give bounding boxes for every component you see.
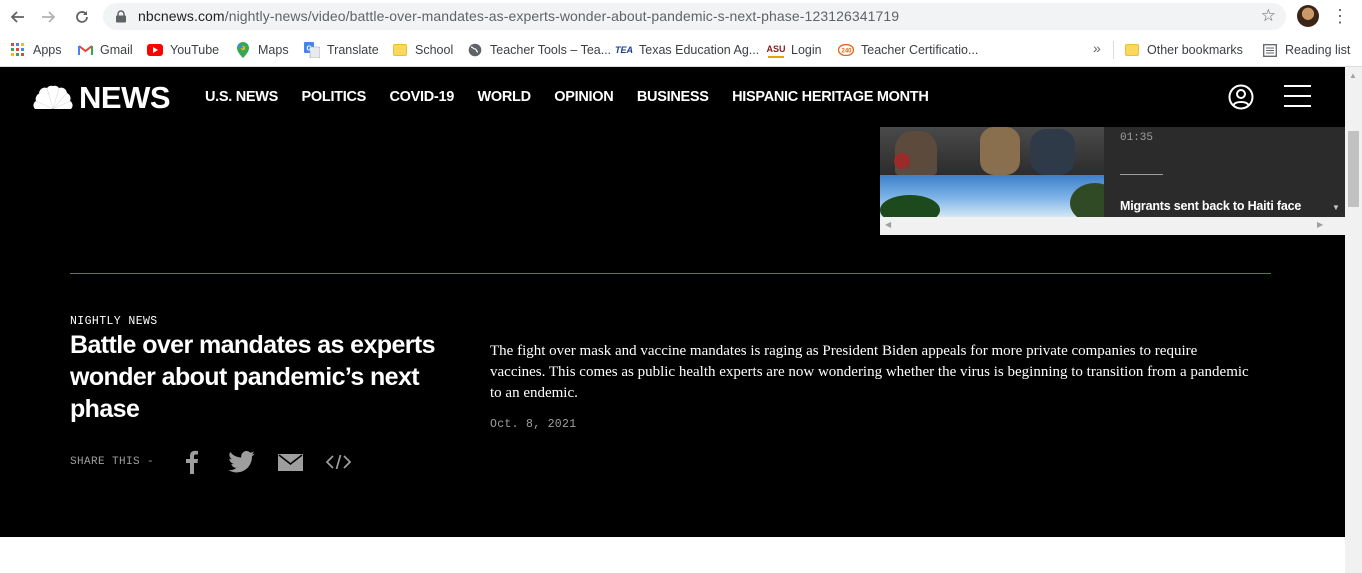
logo-wordmark: NEWS [79, 80, 171, 115]
share-label: SHARE THIS - [70, 456, 155, 468]
nav-business[interactable]: BUSINESS [637, 89, 709, 105]
video-description: The fight over mask and vaccine mandates… [490, 343, 1249, 401]
playlist-horizontal-scrollbar[interactable]: ◀ ▶ [880, 217, 1345, 235]
apps-grid-icon [10, 42, 26, 58]
bookmark-gmail[interactable]: Gmail [77, 41, 133, 59]
bookmark-label: Texas Education Ag... [639, 43, 760, 57]
bookmark-teacher-certification[interactable]: 240 Teacher Certificatio... [838, 41, 978, 59]
video-section: NEWS U.S. NEWS POLITICS COVID-19 WORLD O… [0, 67, 1345, 537]
bookmark-translate[interactable]: G Translate [304, 41, 379, 59]
web-page: NEWS U.S. NEWS POLITICS COVID-19 WORLD O… [0, 67, 1345, 573]
bookmarks-bar: Apps Gmail YouTube Maps G Translate Scho… [0, 33, 1362, 67]
nav-opinion[interactable]: OPINION [554, 89, 613, 105]
nav-covid-19[interactable]: COVID-19 [390, 89, 455, 105]
nav-us-news[interactable]: U.S. NEWS [205, 89, 278, 105]
playlist-divider [1120, 174, 1163, 175]
browser-menu-icon[interactable]: ⋮ [1331, 6, 1349, 26]
nav-hispanic-heritage-month[interactable]: HISPANIC HERITAGE MONTH [732, 89, 929, 105]
forward-arrow-icon[interactable] [36, 5, 60, 29]
bookmark-label: Teacher Tools – Tea... [490, 43, 612, 57]
browser-toolbar: nbcnews.com/nightly-news/video/battle-ov… [0, 0, 1362, 33]
svg-text:G: G [307, 46, 313, 53]
hamburger-menu-icon[interactable] [1284, 85, 1311, 107]
bookmark-other[interactable]: Other bookmarks [1124, 41, 1243, 59]
bookmark-label: Other bookmarks [1147, 43, 1243, 57]
embed-code-icon[interactable] [325, 449, 351, 475]
main-navigation: U.S. NEWS POLITICS COVID-19 WORLD OPINIO… [205, 89, 952, 105]
nav-world[interactable]: WORLD [477, 89, 531, 105]
section-divider [70, 273, 1271, 274]
globe-icon [467, 42, 483, 58]
reading-list-icon [1262, 42, 1278, 58]
youtube-icon [147, 42, 163, 58]
bookmark-texas-education[interactable]: TEA Texas Education Ag... [615, 41, 760, 59]
playlist-vertical-scrollbar[interactable]: ▼ [1327, 127, 1345, 217]
bookmark-maps[interactable]: Maps [235, 41, 289, 59]
gmail-icon [77, 42, 93, 58]
tea-icon: TEA [615, 45, 633, 55]
video-duration: 01:35 [1120, 132, 1154, 144]
email-icon[interactable] [277, 449, 303, 475]
folder-icon [1124, 42, 1140, 58]
bookmark-login[interactable]: ASU Login [767, 41, 822, 59]
maps-pin-icon [235, 42, 251, 58]
lock-icon [116, 10, 126, 23]
scroll-right-arrow-icon[interactable]: ▶ [1317, 220, 1323, 229]
back-arrow-icon[interactable] [6, 5, 30, 29]
bookmark-label: Teacher Certificatio... [861, 43, 979, 57]
translate-icon: G [304, 42, 320, 58]
bookmark-label: Gmail [100, 43, 133, 57]
url-text[interactable]: nbcnews.com/nightly-news/video/battle-ov… [138, 8, 899, 24]
scroll-left-arrow-icon[interactable]: ◀ [885, 220, 891, 229]
bookmark-label: Translate [327, 43, 379, 57]
scroll-down-arrow-icon[interactable]: ▼ [1332, 203, 1340, 212]
show-label[interactable]: NIGHTLY NEWS [70, 315, 158, 328]
bookmark-label: Apps [33, 43, 62, 57]
bookmark-label: Maps [258, 43, 289, 57]
nav-politics[interactable]: POLITICS [302, 89, 367, 105]
scroll-up-arrow-icon[interactable]: ▲ [1349, 71, 1357, 80]
asu-icon: ASU [767, 42, 786, 58]
bookmark-label: Reading list [1285, 43, 1351, 57]
bookmark-teacher-tools[interactable]: Teacher Tools – Tea... [467, 41, 611, 59]
scrollbar-thumb[interactable] [894, 220, 1314, 231]
folder-icon [392, 42, 408, 58]
bookmark-star-icon[interactable]: ☆ [1261, 6, 1276, 26]
svg-text:240: 240 [842, 49, 853, 55]
site-header: NEWS U.S. NEWS POLITICS COVID-19 WORLD O… [0, 67, 1345, 127]
facebook-icon[interactable] [183, 449, 201, 475]
playlist-video-title[interactable]: Migrants sent back to Haiti face [1120, 199, 1301, 213]
bookmark-school[interactable]: School [392, 41, 453, 59]
account-icon[interactable] [1228, 84, 1254, 110]
bookmark-label: School [415, 43, 454, 57]
bookmarks-overflow-icon[interactable]: » [1093, 40, 1101, 56]
page-scrollbar[interactable]: ▲ [1345, 67, 1362, 573]
address-bar[interactable]: nbcnews.com/nightly-news/video/battle-ov… [103, 3, 1286, 30]
bookmark-label: Login [791, 43, 822, 57]
reading-list-button[interactable]: Reading list [1262, 41, 1350, 59]
playlist-thumbnail[interactable] [880, 175, 1104, 217]
video-headline: Battle over mandates as experts wonder a… [70, 331, 436, 423]
reload-icon[interactable] [70, 5, 94, 29]
bookmark-apps[interactable]: Apps [10, 41, 62, 59]
twitter-icon[interactable] [227, 449, 255, 475]
publish-date: Oct. 8, 2021 [490, 418, 577, 431]
peacock-icon [33, 85, 73, 109]
bookmark-label: YouTube [170, 43, 220, 57]
certification-icon: 240 [838, 42, 854, 58]
nbc-news-logo[interactable]: NEWS [33, 80, 171, 115]
bookmark-youtube[interactable]: YouTube [147, 41, 219, 59]
video-playlist: 01:35 Migrants sent back to Haiti face ▼… [880, 127, 1345, 235]
profile-avatar[interactable] [1297, 5, 1319, 27]
page-scrollbar-thumb[interactable] [1348, 131, 1359, 207]
bookmarks-divider [1113, 41, 1114, 59]
playlist-thumbnail[interactable] [880, 127, 1104, 175]
